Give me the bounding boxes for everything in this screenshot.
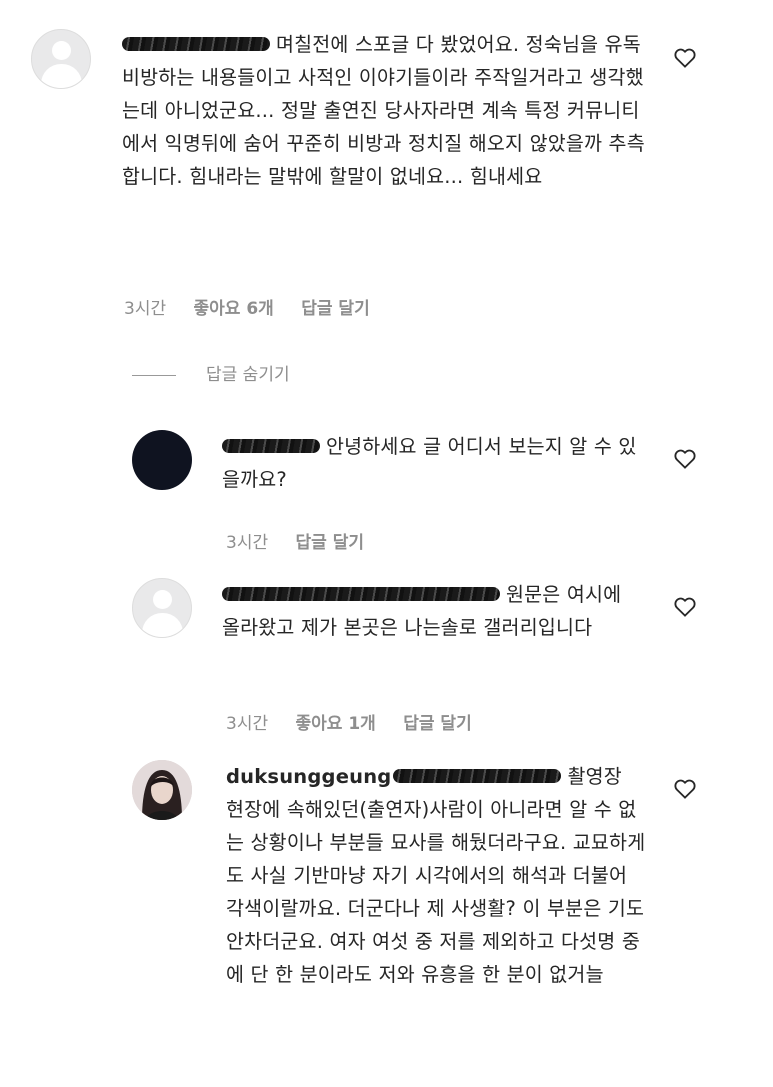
comment-text: 며칠전에 스포글 다 봤었어요. 정숙님을 유독 비방하는 내용들이고 사적인 … — [122, 33, 645, 188]
timestamp: 3시간 — [226, 533, 269, 553]
likes-count[interactable]: 좋아요 1개 — [296, 714, 376, 734]
reply-button[interactable]: 답글 달기 — [403, 714, 471, 734]
timestamp: 3시간 — [124, 299, 167, 319]
redacted-username — [393, 768, 562, 783]
heart-icon[interactable] — [674, 48, 696, 68]
username[interactable]: duksunggeung — [226, 760, 391, 793]
redacted-username — [222, 438, 320, 453]
avatar[interactable] — [132, 578, 192, 638]
likes-count[interactable]: 좋아요 6개 — [194, 299, 274, 319]
heart-icon[interactable] — [674, 779, 696, 799]
reply-meta: 3시간 답글 달기 — [226, 528, 386, 553]
profile-photo — [132, 760, 192, 820]
divider — [132, 374, 176, 376]
avatar[interactable] — [132, 430, 192, 490]
reply-meta: 3시간 좋아요 1개 답글 달기 — [226, 709, 494, 734]
reply-text: 안녕하세요 글 어디서 보는지 알 수 있을까요? — [222, 435, 637, 491]
comment-meta: 3시간 좋아요 6개 답글 달기 — [124, 294, 392, 319]
hide-replies-button[interactable]: 답글 숨기기 — [132, 360, 290, 385]
redacted-username — [222, 586, 500, 601]
redacted-username — [122, 36, 270, 51]
reply-text: duksunggeung 촬영장 현장에 속해있던(출연자)사람이 아니라면 알 … — [226, 760, 646, 991]
heart-icon[interactable] — [674, 597, 696, 617]
avatar[interactable] — [132, 760, 192, 820]
reply-button[interactable]: 답글 달기 — [296, 533, 364, 553]
heart-icon[interactable] — [674, 449, 696, 469]
reply-text: 원문은 여시에 올라왔고 제가 본곳은 나는솔로 갤러리입니다 — [222, 583, 622, 639]
avatar[interactable] — [31, 29, 91, 89]
reply-button[interactable]: 답글 달기 — [301, 299, 369, 319]
timestamp: 3시간 — [226, 714, 269, 734]
